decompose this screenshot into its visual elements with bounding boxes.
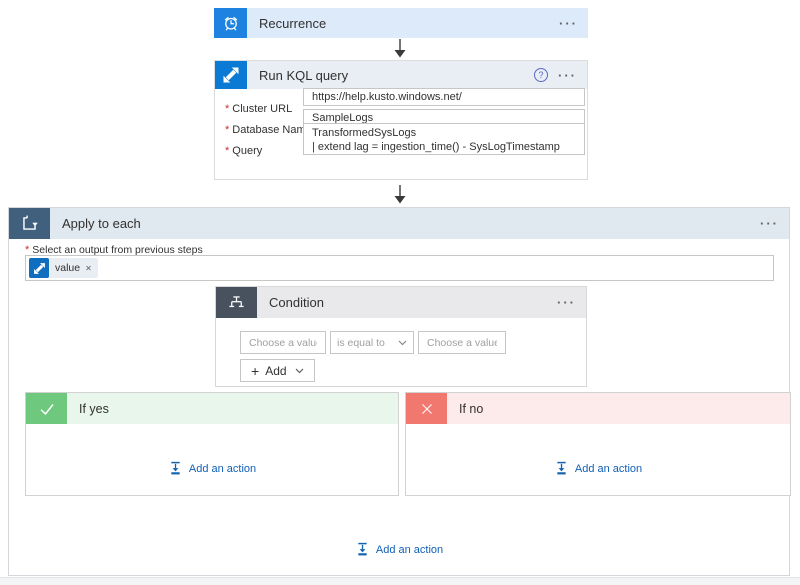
- run-kql-query-card: Run KQL query ? ··· *Cluster URL *Databa…: [214, 60, 588, 180]
- run-kql-query-menu-button[interactable]: ···: [558, 69, 577, 82]
- plus-icon: +: [251, 363, 259, 379]
- add-button-label: Add: [265, 364, 286, 378]
- if-no-add-action-link[interactable]: Add an action: [406, 461, 790, 476]
- cross-icon: [406, 393, 447, 424]
- loop-icon: [9, 208, 50, 239]
- condition-menu-button[interactable]: ···: [557, 296, 576, 309]
- add-action-icon: [554, 461, 569, 476]
- if-yes-header[interactable]: If yes: [26, 393, 398, 424]
- chevron-down-icon: [398, 340, 407, 346]
- chevron-down-icon: [295, 368, 304, 374]
- remove-token-icon[interactable]: ✕: [85, 264, 92, 273]
- apply-to-each-menu-button[interactable]: ···: [760, 217, 779, 230]
- if-no-header[interactable]: If no: [406, 393, 790, 424]
- query-input[interactable]: TransformedSysLogs | extend lag = ingest…: [303, 123, 585, 155]
- if-yes-branch: If yes Add an action: [25, 392, 399, 496]
- add-action-label: Add an action: [189, 463, 256, 475]
- checkmark-icon: [26, 393, 67, 424]
- operator-value: is equal to: [337, 337, 385, 349]
- branch-icon: [216, 287, 257, 318]
- query-line-2: | extend lag = ingestion_time() - SysLog…: [312, 140, 576, 154]
- recurrence-card[interactable]: Recurrence ···: [214, 8, 588, 38]
- operator-select[interactable]: is equal to: [330, 331, 414, 354]
- condition-value2-input[interactable]: [418, 331, 506, 354]
- if-yes-title: If yes: [79, 402, 109, 416]
- select-output-input[interactable]: value ✕: [25, 255, 774, 281]
- help-icon[interactable]: ?: [534, 68, 548, 82]
- required-asterisk: *: [225, 124, 229, 136]
- required-asterisk: *: [225, 145, 229, 157]
- query-line-1: TransformedSysLogs: [312, 126, 576, 140]
- query-label: Query: [232, 145, 262, 157]
- condition-title: Condition: [269, 295, 324, 310]
- if-no-branch: If no Add an action: [405, 392, 791, 496]
- connector-arrow-down-icon: [393, 39, 407, 58]
- flow-designer-canvas: Recurrence ··· Run KQL query ? ··· *Clus…: [0, 0, 800, 585]
- apply-to-each-container: Apply to each ··· *Select an output from…: [8, 207, 790, 576]
- recurrence-menu-button[interactable]: ···: [559, 17, 578, 30]
- cluster-url-label: Cluster URL: [232, 103, 292, 115]
- condition-header[interactable]: Condition ···: [216, 287, 586, 318]
- add-action-label: Add an action: [376, 544, 443, 556]
- add-action-icon: [355, 542, 370, 557]
- condition-card: Condition ··· is equal to + Add: [215, 286, 587, 387]
- run-kql-query-header[interactable]: Run KQL query ? ···: [215, 61, 587, 89]
- recurrence-title: Recurrence: [259, 16, 326, 31]
- if-yes-add-action-link[interactable]: Add an action: [26, 461, 398, 476]
- add-action-label: Add an action: [575, 463, 642, 475]
- apply-add-action-link[interactable]: Add an action: [9, 542, 789, 557]
- apply-to-each-title: Apply to each: [62, 216, 141, 231]
- connector-arrow-down-icon: [393, 185, 407, 204]
- canvas-background-strip: [0, 577, 800, 585]
- cluster-url-input[interactable]: [303, 88, 585, 106]
- if-no-title: If no: [459, 402, 483, 416]
- azure-data-explorer-icon: [29, 258, 49, 278]
- required-asterisk: *: [225, 103, 229, 115]
- azure-data-explorer-icon: [215, 61, 247, 89]
- apply-to-each-header[interactable]: Apply to each ···: [9, 208, 789, 239]
- value-token-chip[interactable]: value ✕: [29, 258, 98, 278]
- run-kql-query-title: Run KQL query: [259, 68, 348, 83]
- add-action-icon: [168, 461, 183, 476]
- condition-value1-input[interactable]: [240, 331, 326, 354]
- database-name-label: Database Name: [232, 124, 312, 136]
- token-label: value: [55, 262, 80, 274]
- condition-add-button[interactable]: + Add: [240, 359, 315, 382]
- timer-icon: [214, 8, 247, 38]
